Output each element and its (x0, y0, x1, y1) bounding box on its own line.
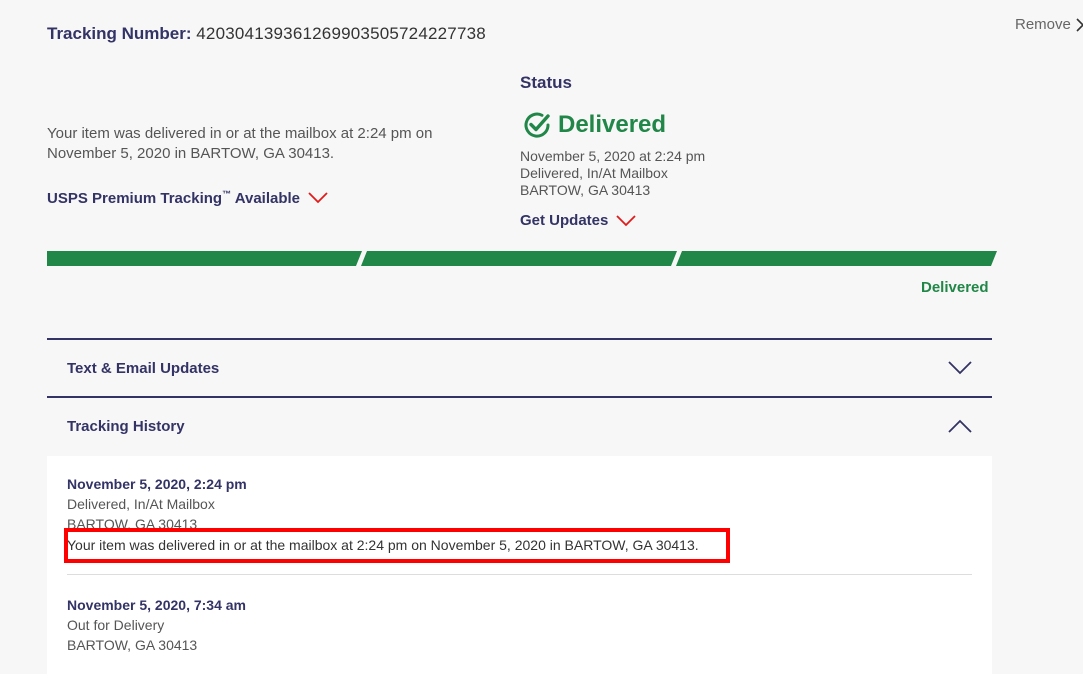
premium-tracking-label: USPS Premium Tracking™ Available (47, 189, 301, 207)
text-email-updates-accordion[interactable]: Text & Email Updates (47, 340, 992, 396)
tracking-history-panel: November 5, 2020, 2:24 pm Delivered, In/… (47, 456, 992, 674)
check-circle-icon (524, 112, 550, 138)
highlight-annotation-box (64, 528, 730, 563)
tracking-history-label: Tracking History (67, 417, 185, 435)
text-email-updates-label: Text & Email Updates (67, 359, 220, 377)
progress-segment-1 (47, 251, 362, 266)
chevron-down-icon (616, 214, 636, 226)
status-heading: Status (520, 73, 572, 92)
tracking-history-accordion[interactable]: Tracking History (47, 398, 992, 454)
status-detail: Delivered, In/At Mailbox (520, 165, 668, 181)
chevron-up-icon (948, 419, 972, 433)
history-event: November 5, 2020, 2:24 pm Delivered, In/… (67, 474, 247, 534)
progress-segment-2 (361, 251, 677, 266)
chevron-down-icon (948, 361, 972, 375)
tracking-number-heading: Tracking Number: 42030413936126990350572… (47, 24, 486, 44)
get-updates-button[interactable]: Get Updates (520, 212, 636, 229)
status-details: November 5, 2020 at 2:24 pm Delivered, I… (520, 148, 705, 199)
history-event-time: November 5, 2020, 7:34 am (67, 597, 246, 613)
get-updates-label: Get Updates (520, 212, 609, 229)
premium-tracking-toggle[interactable]: USPS Premium Tracking™ Available (47, 189, 328, 207)
tracking-number-value: 420304139361269903505724227738 (196, 24, 486, 43)
history-event-location: BARTOW, GA 30413 (67, 637, 198, 653)
history-event: November 5, 2020, 7:34 am Out for Delive… (67, 595, 246, 655)
delivered-status: Delivered (522, 110, 666, 140)
delivery-summary: Your item was delivered in or at the mai… (47, 125, 433, 162)
chevron-down-icon (308, 192, 328, 204)
history-event-time: November 5, 2020, 2:24 pm (67, 476, 247, 492)
chevron-right-icon (1076, 17, 1083, 32)
progress-segment-3 (676, 251, 997, 266)
remove-link[interactable]: Remove (1015, 16, 1083, 33)
divider (67, 574, 972, 575)
status-location: BARTOW, GA 30413 (520, 182, 651, 198)
history-event-status: Out for Delivery (67, 617, 165, 633)
progress-bar (47, 251, 997, 266)
remove-label: Remove (1015, 16, 1071, 33)
history-event-status: Delivered, In/At Mailbox (67, 496, 215, 512)
delivered-status-label: Delivered (558, 111, 667, 138)
tracking-number-label: Tracking Number: (47, 24, 192, 43)
status-date: November 5, 2020 at 2:24 pm (520, 148, 706, 164)
progress-final-label: Delivered (921, 279, 989, 296)
